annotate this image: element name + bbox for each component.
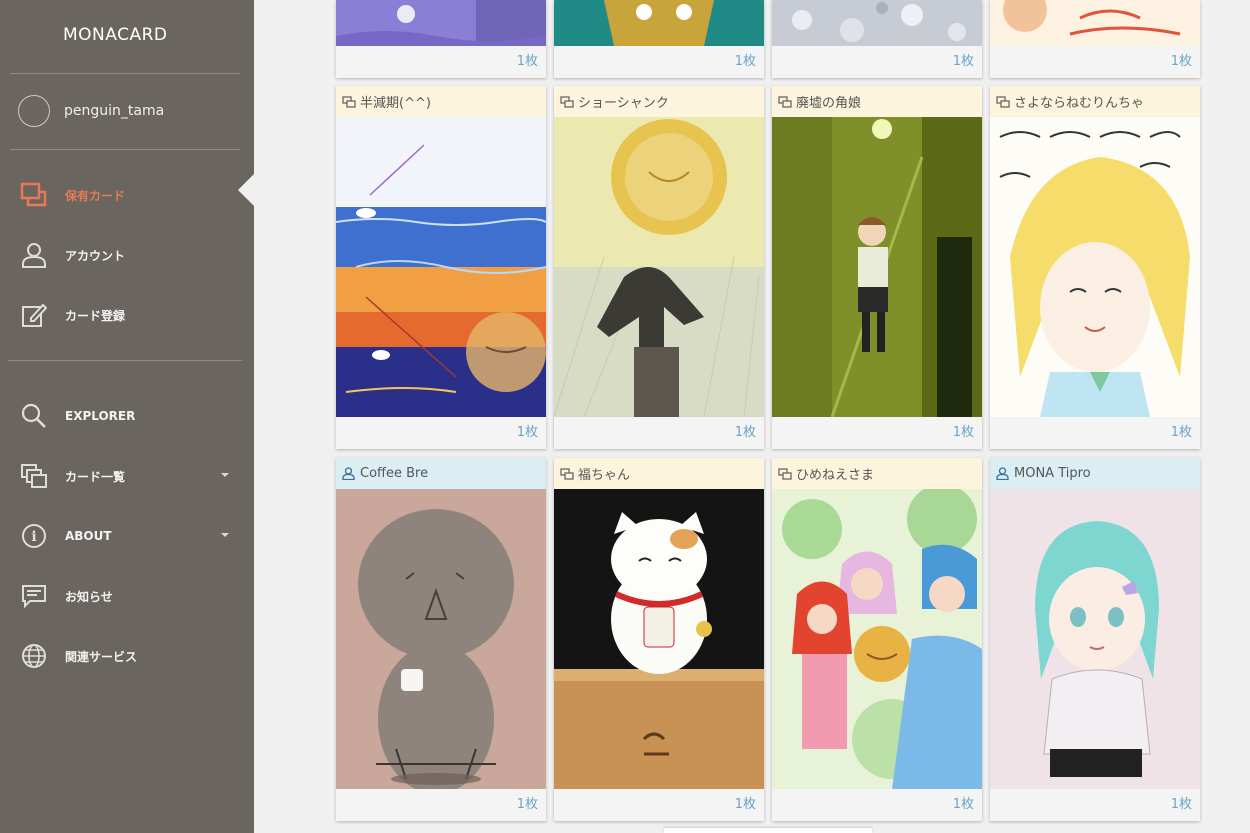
card-title: さよならねむりんちゃ [1014,96,1145,111]
avatar[interactable] [18,95,50,127]
card-image[interactable] [772,117,982,417]
card[interactable]: 福ちゃん 1枚 [554,458,764,821]
card-group-icon [342,95,356,109]
nav-label: お知らせ [65,589,113,604]
nav-card-list[interactable]: カード一覧 [20,461,235,491]
card-header: 半減期(^^) [336,86,546,117]
card-header: 福ちゃん [554,458,764,489]
card[interactable]: 廃墟の角娘 1枚 [772,86,982,449]
card-image[interactable] [336,117,546,417]
card[interactable]: さよならねむりんちゃ 1枚 [990,86,1200,449]
chevron-down-icon [221,473,229,477]
card-count: 1枚 [516,797,538,812]
info-icon: i [20,522,48,550]
card-image[interactable] [336,489,546,789]
card-count: 1枚 [952,54,974,69]
card-count: 1枚 [516,54,538,69]
nav-label: カード登録 [65,308,126,323]
svg-text:i: i [31,529,36,545]
search-icon [20,402,48,430]
card-image[interactable] [990,489,1200,789]
card-title: Coffee Bre [360,466,429,481]
card-group-icon [560,95,574,109]
card[interactable]: 半減期(^^) 1枚 [336,86,546,449]
card-image[interactable] [772,489,982,789]
card[interactable]: ひめねえさま 1枚 [772,458,982,821]
globe-icon [20,642,48,670]
card-count: 1枚 [516,425,538,440]
divider [8,360,242,361]
card[interactable]: 1枚 [772,0,982,78]
card-group-icon [560,467,574,481]
user-icon [996,467,1010,481]
nav-about[interactable]: i ABOUT [20,521,235,551]
active-indicator [238,174,254,206]
user-profile[interactable]: penguin_tama [18,95,164,127]
card[interactable]: ショーシャンク 1枚 [554,86,764,449]
card-register-icon [20,301,48,329]
nav-card-register[interactable]: カード登録 [20,300,235,330]
card-header: Coffee Bre [336,458,546,489]
card[interactable]: 1枚 [990,0,1200,78]
nav-label: 保有カード [65,188,126,203]
card-header: 廃墟の角娘 [772,86,982,117]
divider [10,149,240,150]
card-header: ひめねえさま [772,458,982,489]
card-title: 半減期(^^) [360,96,431,111]
card-image[interactable] [990,0,1200,46]
nav-label: ABOUT [65,529,112,543]
card-list-icon [20,462,48,490]
card-count: 1枚 [1170,425,1192,440]
nav-label: 関連サービス [65,649,138,664]
card[interactable]: 1枚 [554,0,764,78]
nav-related-services[interactable]: 関連サービス [20,641,235,671]
nav-news[interactable]: お知らせ [20,581,235,611]
sidebar: MONACARD penguin_tama 保有カード アカウント カード登録 … [0,0,254,833]
nav-owned-cards[interactable]: 保有カード [20,180,235,210]
card-image[interactable] [554,0,764,46]
nav-account[interactable]: アカウント [20,240,235,270]
nav-explorer[interactable]: EXPLORER [20,401,235,431]
card-image[interactable] [336,0,546,46]
brand-title[interactable]: MONACARD [63,25,168,45]
card-count: 1枚 [1170,797,1192,812]
card-image[interactable] [554,117,764,417]
card-count: 1枚 [734,797,756,812]
card-count: 1枚 [734,425,756,440]
card-header: MONA Tipro [990,458,1200,489]
divider [10,73,240,74]
card-title: ひめねえさま [796,468,875,483]
card-title: 廃墟の角娘 [796,96,862,111]
next-card-edge [664,828,872,833]
card-image[interactable] [554,489,764,789]
nav-label: EXPLORER [65,409,136,423]
card-group-icon [996,95,1010,109]
news-icon [20,582,48,610]
card-group-icon [778,95,792,109]
account-icon [20,241,48,269]
card-title: ショーシャンク [578,96,669,111]
card[interactable]: Coffee Bre 1枚 [336,458,546,821]
owned-cards-icon [20,181,48,209]
card-count: 1枚 [1170,54,1192,69]
card[interactable]: 1枚 [336,0,546,78]
card-image[interactable] [772,0,982,46]
card-count: 1枚 [952,797,974,812]
card-count: 1枚 [734,54,756,69]
user-icon [342,467,356,481]
card-header: ショーシャンク [554,86,764,117]
nav-label: カード一覧 [65,469,126,484]
card-image[interactable] [990,117,1200,417]
card-header: さよならねむりんちゃ [990,86,1200,117]
card-title: MONA Tipro [1014,466,1091,481]
card-group-icon [778,467,792,481]
chevron-down-icon [221,533,229,537]
nav-label: アカウント [65,248,126,263]
card-count: 1枚 [952,425,974,440]
card-title: 福ちゃん [578,468,631,483]
username: penguin_tama [64,103,165,119]
card[interactable]: MONA Tipro 1枚 [990,458,1200,821]
